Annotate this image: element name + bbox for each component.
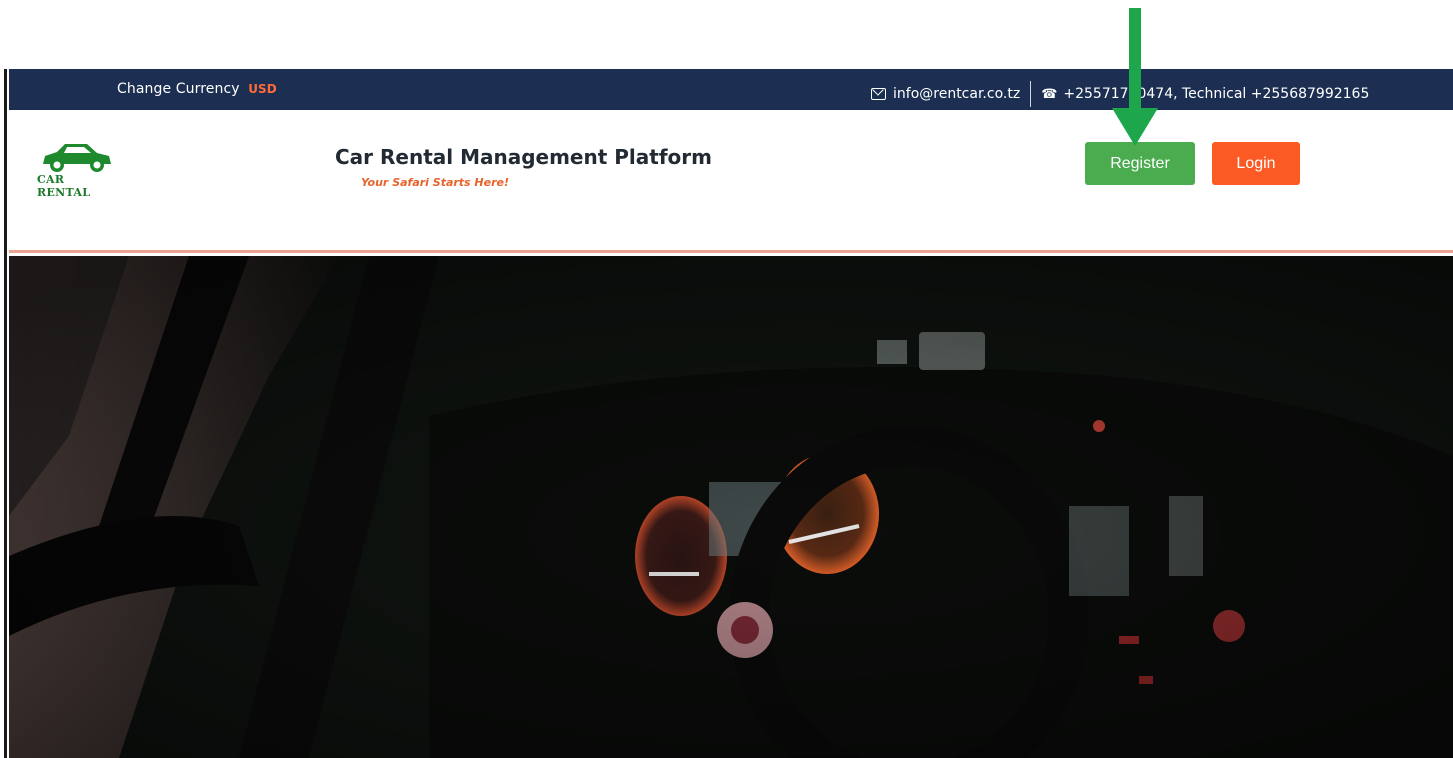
contact-separator: [1030, 81, 1032, 107]
page-tagline: Your Safari Starts Here!: [361, 176, 510, 189]
currency-code[interactable]: USD: [248, 82, 277, 96]
car-logo-icon[interactable]: CAR RENTAL: [35, 140, 119, 199]
left-border-line: [4, 69, 7, 758]
phone-icon: ☎: [1041, 86, 1058, 102]
page-title: Car Rental Management Platform: [335, 145, 712, 169]
login-button[interactable]: Login: [1212, 142, 1300, 185]
change-currency-link[interactable]: Change Currency USD: [117, 81, 277, 97]
mail-icon: [871, 88, 886, 100]
site-header: CAR RENTAL Car Rental Management Platfor…: [9, 110, 1453, 253]
logo-text: CAR RENTAL: [37, 173, 91, 199]
email-link[interactable]: info@rentcar.co.tz: [893, 86, 1020, 102]
register-button[interactable]: Register: [1085, 142, 1195, 185]
arrow-down-icon: [1110, 0, 1160, 148]
top-info-bar: Change Currency USD info@rentcar.co.tz ☎…: [9, 69, 1453, 110]
hero-dashboard-image: [9, 256, 1453, 758]
outer-top-margin: [0, 0, 1453, 69]
currency-label: Change Currency: [117, 81, 240, 97]
hero-banner: [9, 256, 1453, 758]
